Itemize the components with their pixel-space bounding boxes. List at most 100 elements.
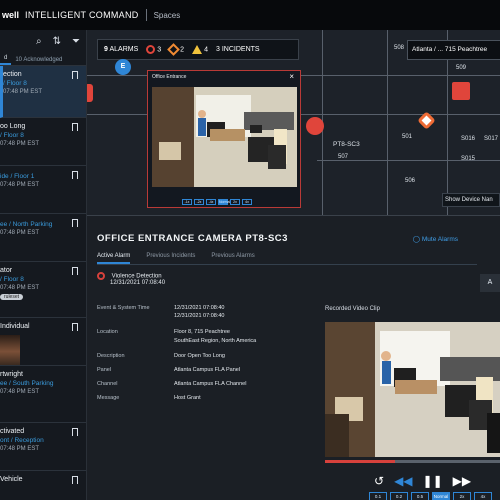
top-navigation-bar: well INTELLIGENT COMMAND Spaces (0, 0, 500, 30)
ruleset-pill: ruleset (0, 294, 24, 300)
speed-minus-one-button[interactable]: -1x (182, 199, 192, 205)
elevator-marker-icon[interactable]: E (115, 59, 131, 75)
speed-button[interactable]: 0.2 (390, 492, 408, 500)
alarm-location-link[interactable]: ont / Reception (0, 437, 82, 444)
alarm-status-icon (97, 272, 105, 280)
floor-plan-map[interactable]: 9 ALARMS 3 2 4 3 INCIDENTS Atlanta / ...… (87, 30, 500, 215)
alarm-location-link[interactable]: / Floor 8 (0, 276, 82, 283)
location-breadcrumb[interactable]: Atlanta / ... 715 Peachtree (407, 40, 500, 60)
alarm-list-item-north-parking[interactable]: ee / North Parking 07:48 PM EST (0, 214, 86, 262)
tab-previous-alarms[interactable]: Previous Alarms (211, 253, 254, 264)
alarm-list-item-vehicle[interactable]: Vehicle (0, 471, 86, 500)
alarm-list-item-reception[interactable]: ctivated ont / Reception 07:48 PM EST (0, 423, 86, 471)
bookmark-icon[interactable] (72, 267, 78, 275)
room-506: 506 (405, 178, 416, 184)
bookmark-icon[interactable] (72, 219, 78, 227)
speed-two-button[interactable]: 2x (230, 199, 240, 205)
alarm-title: ator (0, 267, 13, 274)
camera-detail-panel: OFFICE ENTRANCE CAMERA PT8-SC3 ◯ Mute Al… (87, 215, 500, 500)
bookmark-icon[interactable] (72, 428, 78, 436)
field-label: Message (97, 395, 120, 401)
alarm-time: 07:48 PM EST (3, 89, 43, 95)
speed-normal-button[interactable]: Normal (218, 199, 230, 205)
replay-icon[interactable]: ↺ (374, 474, 384, 488)
alarm-list-item-door-open-too-long[interactable]: oo Long / Floor 8 07:48 PM EST (0, 118, 86, 166)
bookmark-icon[interactable] (72, 476, 78, 484)
tab-active-alarms[interactable]: d (0, 55, 12, 65)
alarm-location-link[interactable]: / Floor 8 (3, 80, 82, 87)
alarm-time: 07:48 PM EST (0, 230, 40, 236)
speed-controls: 0.1 0.2 0.5 Normal 2x 4x (369, 492, 492, 500)
tab-active-alarm[interactable]: Active Alarm (97, 253, 131, 264)
popup-speed-controls: -1x -2x -4x Normal 2x 4x (182, 199, 252, 205)
bookmark-icon[interactable] (72, 71, 78, 79)
field-label: Channel (97, 381, 118, 387)
alarms-count: 9 ALARMS (104, 46, 139, 53)
speed-button[interactable]: 0.5 (411, 492, 429, 500)
pause-icon[interactable]: ❚❚ (423, 474, 443, 488)
alarm-list-item-south-parking[interactable]: rtwright ee / South Parking 07:48 PM EST (0, 366, 86, 423)
fast-forward-icon[interactable]: ▶▶ (453, 474, 471, 488)
active-alarm-name: Violence Detection (111, 273, 162, 280)
popup-playback-controls: -1x -2x -4x Normal 2x 4x (148, 191, 300, 207)
alarm-location-link[interactable]: / Floor 8 (0, 132, 82, 139)
orange-alarm-count: 2 (167, 43, 184, 56)
bookmark-icon[interactable] (72, 123, 78, 131)
alarm-list-item-elevator[interactable]: ator / Floor 8 07:48 PM EST ruleset (0, 262, 86, 318)
alarm-title: oo Long (0, 123, 26, 130)
search-icon[interactable]: ⌕ (36, 36, 42, 47)
product-title: INTELLIGENT COMMAND (25, 10, 139, 20)
alarm-list-item-individual[interactable]: Individual (0, 318, 86, 366)
video-timeline[interactable] (325, 460, 500, 463)
alarm-location-link[interactable]: ide / Floor 1 (0, 173, 82, 180)
alarm-time: 07:48 PM EST (0, 182, 40, 188)
acknowledge-button[interactable]: A (480, 274, 500, 292)
recorded-office-image (325, 322, 500, 457)
rewind-icon[interactable]: ◀◀ (394, 474, 412, 488)
active-alarm-summary: Violence Detection 12/31/2021 07:08:40 (97, 272, 165, 286)
speed-button[interactable]: 0.1 (369, 492, 387, 500)
popup-title: Office Entrance (152, 74, 187, 80)
camera-preview-popup[interactable]: Office Entrance × -1x -2x -4x Normal 2x … (147, 70, 301, 208)
alarm-location-link[interactable]: ee / South Parking (0, 380, 82, 387)
camera-alarm-icon[interactable] (306, 117, 324, 135)
speed-button[interactable]: 2x (453, 492, 471, 500)
floor-plan-wall (387, 30, 388, 215)
recorded-video-player[interactable] (325, 322, 500, 457)
alarm-list-item-floor-one[interactable]: ide / Floor 1 07:48 PM EST (0, 166, 86, 214)
alarm-hex-icon[interactable] (452, 82, 470, 100)
person-thumbnail (0, 335, 20, 365)
speed-button[interactable]: 4x (474, 492, 492, 500)
bookmark-icon[interactable] (72, 171, 78, 179)
spaces-link[interactable]: Spaces (154, 11, 181, 20)
speed-minus-four-button[interactable]: -4x (206, 199, 216, 205)
tab-previous-incidents[interactable]: Previous Incidents (146, 253, 195, 264)
sort-icon[interactable]: ⇅ (53, 36, 61, 47)
alarm-location-link[interactable]: ee / North Parking (0, 221, 82, 228)
red-alarm-map-icon[interactable] (87, 84, 93, 102)
tab-acknowledged-alarms[interactable]: 10 Acknowledged (11, 57, 66, 65)
field-value: Host Grant (174, 395, 201, 401)
field-label: Panel (97, 367, 112, 373)
playback-controls: ↺ ◀◀ ❚❚ ▶▶ (374, 472, 500, 490)
header-divider (145, 9, 147, 21)
field-value: Door Open Too Long (174, 353, 225, 359)
speed-button[interactable]: Normal (432, 492, 450, 500)
alarm-time: 07:48 PM EST (0, 446, 40, 452)
alarm-list-item-violence-detection[interactable]: ection / Floor 8 07:48 PM EST (0, 66, 86, 118)
speed-four-button[interactable]: 4x (242, 199, 252, 205)
field-value: SouthEast Region, North America (174, 338, 257, 344)
room-508: 508 (394, 45, 405, 51)
close-icon[interactable]: × (289, 72, 294, 81)
speed-minus-two-button[interactable]: -2x (194, 199, 204, 205)
field-value: 12/31/2021 07:08:40 (174, 305, 225, 311)
filter-icon[interactable]: ⏷ (72, 36, 80, 47)
mute-alarms-button[interactable]: ◯ Mute Alarms (413, 235, 458, 243)
alarm-title: rtwright (0, 371, 23, 378)
alarm-time: 07:48 PM EST (0, 389, 40, 395)
office-camera-image (152, 87, 297, 187)
live-camera-preview[interactable] (152, 87, 297, 187)
bookmark-icon[interactable] (72, 323, 78, 331)
show-device-names-toggle[interactable]: Show Device Nan (442, 193, 500, 207)
alarm-title: Vehicle (0, 476, 23, 483)
